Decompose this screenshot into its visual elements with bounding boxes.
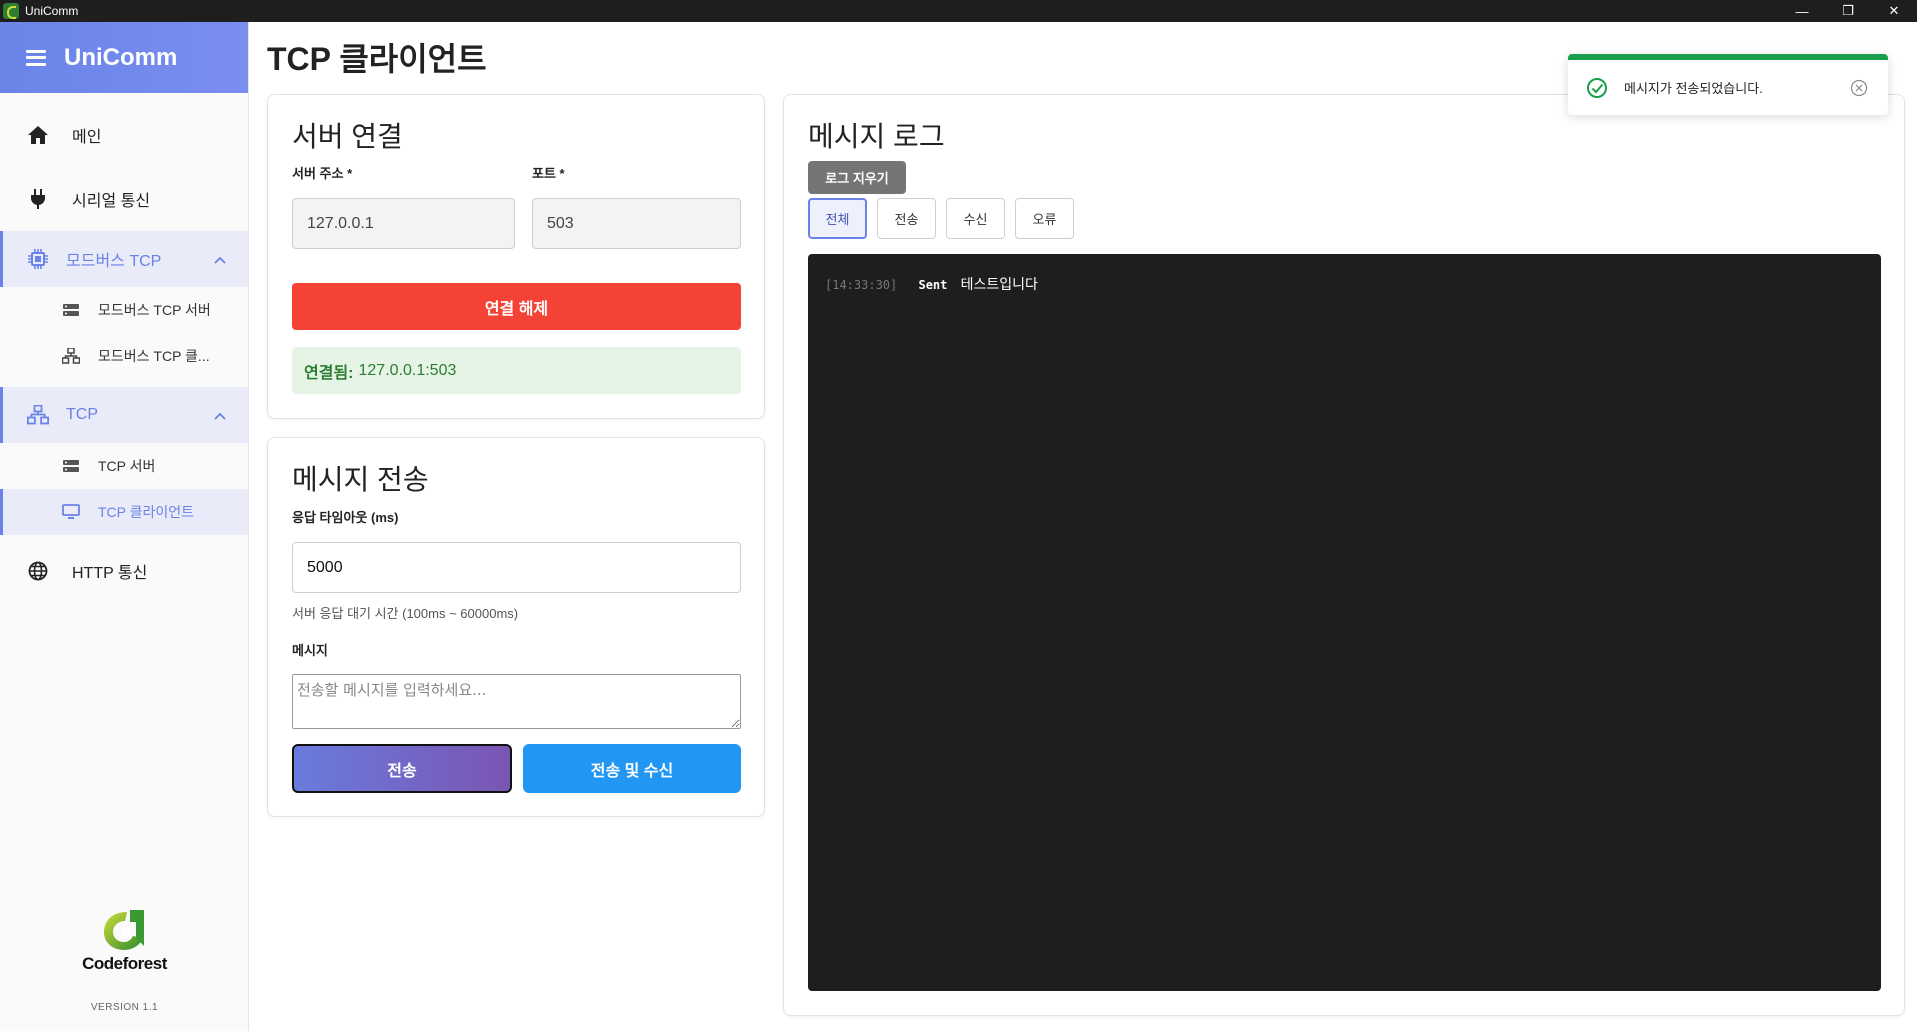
sidebar-item-tcp-client[interactable]: TCP 클라이언트 — [0, 489, 248, 535]
sidebar-item-modbus-tcp-client[interactable]: 모드버스 TCP 클... — [0, 333, 248, 379]
timeout-helper-text: 서버 응답 대기 시간 (100ms ~ 60000ms) — [292, 606, 519, 621]
server-connection-card: 서버 연결 서버 주소 * 포트 * 127.0.0.1 503 연결 해제 연… — [267, 94, 765, 419]
sidebar-group-label: TCP — [66, 406, 98, 423]
company-logo-area: Codeforest VERSION 1.1 — [0, 908, 249, 1013]
message-textarea[interactable] — [292, 674, 741, 729]
sidebar-item-label: 모드버스 TCP 클... — [98, 348, 210, 364]
connection-card-title: 서버 연결 — [292, 121, 403, 152]
globe-icon — [26, 559, 50, 583]
sidebar-header: UniComm — [0, 22, 248, 93]
timeout-label: 응답 타임아웃 (ms) — [292, 510, 399, 525]
sidebar-group-modbus-tcp[interactable]: 모드버스 TCP — [0, 231, 248, 287]
window-controls: — ❐ ✕ — [1779, 0, 1917, 22]
window-title: UniComm — [25, 4, 79, 18]
version-label: VERSION 1.1 — [90, 1002, 159, 1013]
log-timestamp: [14:33:30] — [825, 278, 898, 292]
disconnect-button[interactable]: 연결 해제 — [292, 283, 741, 330]
network-icon — [26, 403, 50, 427]
server-address-input[interactable]: 127.0.0.1 — [292, 198, 515, 249]
chevron-up-icon[interactable] — [214, 251, 226, 269]
logo-text: Codeforest — [82, 954, 167, 973]
close-toast-icon[interactable] — [1850, 79, 1868, 97]
connection-status: 연결됨: 127.0.0.1:503 — [292, 347, 741, 394]
restore-button[interactable]: ❐ — [1825, 0, 1871, 22]
page-title: TCP 클라이언트 — [267, 41, 487, 77]
toast-message: 메시지가 전송되었습니다. — [1624, 81, 1763, 96]
filter-error-button[interactable]: 오류 — [1015, 198, 1074, 239]
chip-icon — [26, 247, 50, 271]
filter-sent-button[interactable]: 전송 — [877, 198, 936, 239]
filter-all-button[interactable]: 전체 — [808, 198, 867, 239]
hamburger-menu-icon[interactable] — [26, 49, 46, 66]
monitor-icon — [62, 503, 80, 521]
window-titlebar: UniComm — ❐ ✕ — [0, 0, 1917, 22]
timeout-input[interactable]: 5000 — [292, 542, 741, 593]
brand-name: UniComm — [64, 43, 178, 71]
codeforest-logo-icon — [100, 908, 150, 952]
status-value: 127.0.0.1:503 — [358, 361, 457, 379]
sidebar-item-modbus-tcp-server[interactable]: 모드버스 TCP 서버 — [0, 287, 248, 333]
send-and-receive-button[interactable]: 전송 및 수신 — [523, 744, 741, 793]
sidebar-item-label: 메인 — [72, 129, 102, 146]
minimize-button[interactable]: — — [1779, 0, 1825, 22]
log-direction: Sent — [918, 278, 948, 292]
sidebar-group-tcp[interactable]: TCP — [0, 387, 248, 443]
server-icon — [62, 301, 80, 319]
sidebar-item-label: TCP 서버 — [98, 458, 156, 474]
sidebar-item-main[interactable]: 메인 — [0, 103, 248, 167]
filter-received-button[interactable]: 수신 — [946, 198, 1005, 239]
plug-icon — [26, 187, 50, 211]
send-button[interactable]: 전송 — [292, 744, 512, 793]
send-card-title: 메시지 전송 — [292, 464, 429, 495]
sidebar-nav: 메인 시리얼 통신 모드버스 TCP 모드버스 TCP 서버 모드버스 TCP … — [0, 103, 248, 603]
sidebar: UniComm 메인 시리얼 통신 모드버스 TCP 모드버스 TCP 서버 모… — [0, 22, 249, 1031]
chevron-up-icon[interactable] — [214, 407, 226, 425]
server-address-label: 서버 주소 * — [292, 166, 353, 181]
sidebar-item-label: 시리얼 통신 — [72, 193, 151, 210]
port-input[interactable]: 503 — [532, 198, 741, 249]
network-icon — [62, 347, 80, 365]
log-card-title: 메시지 로그 — [808, 121, 945, 152]
log-text: 테스트입니다 — [960, 277, 1038, 293]
sidebar-item-label: HTTP 통신 — [72, 565, 148, 582]
sidebar-item-tcp-server[interactable]: TCP 서버 — [0, 443, 248, 489]
log-entry: [14:33:30] Sent 테스트입니다 — [825, 274, 1038, 294]
message-label: 메시지 — [292, 643, 328, 658]
home-icon — [26, 123, 50, 147]
sidebar-group-label: 모드버스 TCP — [66, 253, 162, 270]
check-circle-icon — [1586, 77, 1608, 99]
sidebar-item-http[interactable]: HTTP 통신 — [0, 539, 248, 603]
status-key: 연결됨: — [304, 364, 354, 382]
server-icon — [62, 457, 80, 475]
message-send-card: 메시지 전송 응답 타임아웃 (ms) 5000 서버 응답 대기 시간 (10… — [267, 437, 765, 817]
app-icon — [3, 3, 19, 19]
sidebar-item-serial[interactable]: 시리얼 통신 — [0, 167, 248, 231]
success-toast: 메시지가 전송되었습니다. — [1568, 54, 1888, 115]
message-log-card: 메시지 로그 로그 지우기 전체 전송 수신 오류 [14:33:30] Sen… — [783, 94, 1905, 1016]
close-window-button[interactable]: ✕ — [1871, 0, 1917, 22]
clear-log-button[interactable]: 로그 지우기 — [808, 161, 906, 194]
port-label: 포트 * — [532, 166, 565, 181]
log-output-panel[interactable]: [14:33:30] Sent 테스트입니다 — [808, 254, 1881, 991]
sidebar-item-label: 모드버스 TCP 서버 — [98, 302, 211, 318]
sidebar-item-label: TCP 클라이언트 — [98, 504, 195, 520]
